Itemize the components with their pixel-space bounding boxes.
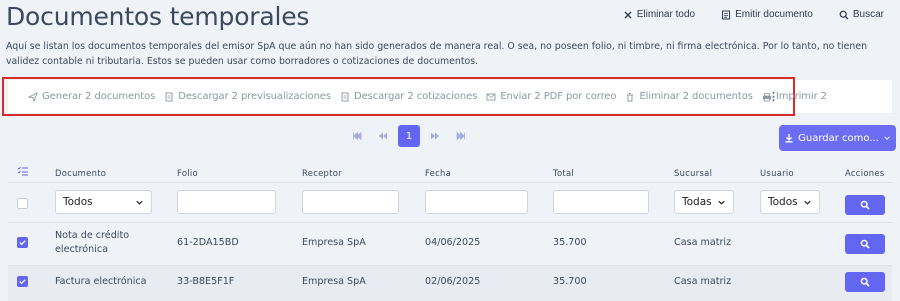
file-download-icon	[165, 92, 173, 101]
row-search-button[interactable]	[845, 272, 885, 292]
divider	[8, 182, 892, 183]
search-icon	[839, 10, 849, 19]
chevron-down-icon	[884, 136, 890, 140]
next-page-icon[interactable]	[424, 125, 446, 147]
download-previews-button[interactable]: Descargar 2 previsualizaciones	[164, 91, 331, 102]
last-page-icon[interactable]	[450, 125, 472, 147]
row-checkbox[interactable]	[17, 237, 28, 248]
usuario-filter-select[interactable]: Todos	[760, 190, 820, 214]
sucursal-filter-select[interactable]: Todas	[674, 190, 734, 214]
download-previews-label: Descargar 2 previsualizaciones	[178, 91, 331, 102]
issue-document-button[interactable]: Emitir documento	[721, 9, 813, 20]
documento-filter-value: Todos	[63, 196, 93, 208]
delete-documents-label: Eliminar 2 documentos	[639, 91, 753, 102]
cell-sucursal: Casa matriz	[674, 276, 732, 287]
search-label: Buscar	[852, 9, 884, 20]
sucursal-filter-value: Todas	[682, 196, 712, 208]
fecha-filter-input[interactable]	[425, 190, 528, 214]
search-icon	[860, 239, 870, 249]
email-pdf-button[interactable]: Enviar 2 PDF por correo	[486, 91, 617, 102]
current-page-button[interactable]: 1	[398, 125, 420, 147]
search-icon	[860, 200, 870, 210]
cell-fecha: 02/06/2025	[425, 276, 481, 287]
column-header-sucursal: Sucursal	[674, 168, 713, 178]
delete-all-button[interactable]: Eliminar todo	[623, 9, 695, 20]
divider	[8, 265, 892, 266]
download-quotes-label: Descargar 2 cotizaciones	[353, 91, 478, 102]
folio-filter-input[interactable]	[177, 190, 276, 214]
issue-document-label: Emitir documento	[735, 9, 813, 20]
check-icon	[19, 240, 26, 246]
total-filter-input[interactable]	[553, 190, 649, 214]
column-header-documento: Documento	[55, 168, 107, 178]
delete-all-label: Eliminar todo	[636, 9, 696, 20]
column-header-usuario: Usuario	[760, 168, 794, 178]
cell-receptor: Empresa SpA	[302, 276, 366, 287]
usuario-filter-value: Todos	[768, 196, 798, 208]
cell-sucursal: Casa matriz	[674, 237, 732, 248]
top-actions: Eliminar todo Emitir documento Buscar	[623, 9, 884, 20]
chevron-down-icon	[136, 200, 143, 205]
delete-documents-button[interactable]: Eliminar 2 documentos	[625, 91, 753, 102]
cell-total: 35.700	[553, 276, 587, 287]
send-icon	[28, 91, 38, 102]
first-page-icon[interactable]	[346, 125, 368, 147]
page-title: Documentos temporales	[6, 2, 310, 31]
documento-filter-select[interactable]: Todos	[55, 190, 152, 214]
column-header-acciones: Acciones	[845, 168, 885, 178]
document-icon	[722, 10, 731, 19]
column-header-folio: Folio	[177, 168, 198, 178]
row-checkbox[interactable]	[17, 276, 28, 287]
more-options-icon[interactable]: ⋮	[768, 90, 779, 103]
save-as-label: Guardar como...	[798, 132, 879, 144]
page-description: Aquí se listan los documentos temporales…	[6, 41, 868, 67]
column-header-receptor: Receptor	[302, 168, 342, 178]
previous-page-icon[interactable]	[372, 125, 394, 147]
close-icon	[624, 11, 632, 18]
file-download-icon	[341, 92, 349, 101]
search-button[interactable]: Buscar	[839, 9, 884, 20]
filter-search-button[interactable]	[845, 195, 885, 215]
pagination: 1	[346, 125, 472, 147]
email-pdf-label: Enviar 2 PDF por correo	[500, 91, 617, 102]
generate-documents-button[interactable]: Generar 2 documentos	[28, 91, 155, 102]
divider	[8, 222, 892, 223]
receptor-filter-input[interactable]	[302, 190, 399, 214]
envelope-icon	[486, 93, 496, 100]
print-label: Imprimir 2	[775, 91, 827, 102]
cell-receptor: Empresa SpA	[302, 237, 366, 248]
column-header-fecha: Fecha	[425, 168, 452, 178]
cell-fecha: 04/06/2025	[425, 237, 481, 248]
column-header-total: Total	[553, 168, 575, 178]
cell-total: 35.700	[553, 237, 587, 248]
chevron-down-icon	[718, 200, 725, 205]
download-icon	[785, 134, 793, 143]
cell-folio: 61-2DA15BD	[177, 237, 239, 248]
select-all-checkbox[interactable]	[17, 198, 28, 209]
row-search-button[interactable]	[845, 234, 885, 254]
trash-icon	[627, 92, 634, 101]
bulk-actions: Generar 2 documentos Descargar 2 previsu…	[28, 91, 827, 102]
list-check-icon	[17, 166, 28, 176]
download-quotes-button[interactable]: Descargar 2 cotizaciones	[340, 91, 477, 102]
cell-folio: 33-B8E5F1F	[177, 276, 235, 287]
check-icon	[19, 279, 26, 285]
cell-documento-line1: Factura electrónica	[55, 276, 147, 287]
cell-documento-line2: electrónica	[55, 244, 109, 255]
save-as-button[interactable]: Guardar como...	[779, 125, 896, 151]
cell-documento-line1: Nota de crédito	[55, 230, 130, 241]
chevron-down-icon	[804, 200, 811, 205]
search-icon	[860, 277, 870, 287]
generate-documents-label: Generar 2 documentos	[42, 91, 156, 102]
